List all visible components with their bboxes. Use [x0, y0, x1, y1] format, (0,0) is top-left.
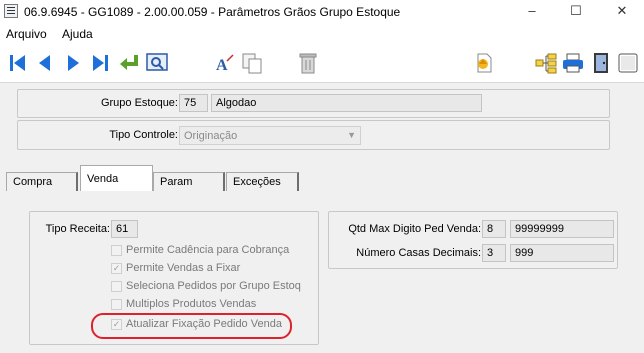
qtd-max-label: Qtd Max Digito Ped Venda:: [348, 223, 481, 235]
menu-ajuda[interactable]: Ajuda: [62, 27, 93, 41]
venda-right-panel: Qtd Max Digito Ped Venda: 8 99999999 Núm…: [328, 211, 618, 269]
maximize-button[interactable]: ☐: [561, 0, 591, 24]
trash-icon[interactable]: [296, 51, 320, 75]
first-record-icon[interactable]: [6, 51, 30, 75]
tab-param[interactable]: Param: [153, 172, 225, 191]
checkbox-label: Multiplos Produtos Vendas: [126, 298, 257, 310]
last-record-icon[interactable]: [88, 51, 112, 75]
qtd-max-field[interactable]: 8: [482, 220, 506, 238]
tab-excecoes[interactable]: Exceções: [226, 172, 299, 191]
window-title: 06.9.6945 - GG1089 - 2.00.00.059 - Parâm…: [24, 5, 401, 19]
print-icon[interactable]: [561, 51, 585, 75]
checkbox-label: Seleciona Pedidos por Grupo Estoq: [126, 280, 301, 292]
casas-decimais-mask-field: 999: [510, 244, 614, 262]
hierarchy-icon[interactable]: [534, 51, 558, 75]
checkbox-box: [111, 299, 122, 310]
checkbox-label: Permite Cadência para Cobrança: [126, 244, 290, 256]
chevron-down-icon: ▼: [347, 130, 356, 140]
text-format-icon[interactable]: A: [213, 51, 237, 75]
qtd-max-mask-field: 99999999: [510, 220, 614, 238]
tipo-controle-label: Tipo Controle:: [109, 129, 178, 141]
menu-arquivo[interactable]: Arquivo: [6, 27, 47, 41]
toolbar: A: [0, 43, 644, 83]
svg-text:A: A: [216, 57, 228, 74]
check-icon: ✓: [111, 263, 122, 274]
casas-decimais-field[interactable]: 3: [482, 244, 506, 262]
export-icon[interactable]: [472, 51, 496, 75]
return-icon[interactable]: [117, 51, 141, 75]
tipo-controle-value: Originação: [184, 130, 238, 142]
highlight-annotation: [91, 313, 292, 339]
tipo-controle-group: Tipo Controle: Originação ▼: [17, 120, 610, 150]
casas-decimais-label: Número Casas Decimais:: [356, 247, 481, 259]
previous-record-icon[interactable]: [33, 51, 57, 75]
grupo-estoque-name-field: Algodao: [211, 94, 482, 112]
grupo-estoque-group: Grupo Estoque: 75 Algodao: [17, 89, 610, 118]
copy-icon[interactable]: [240, 51, 264, 75]
tipo-receita-field[interactable]: 61: [111, 220, 138, 238]
checkbox-label: Permite Vendas a Fixar: [126, 262, 241, 274]
tipo-receita-label: Tipo Receita:: [45, 223, 110, 235]
grupo-estoque-label: Grupo Estoque:: [100, 97, 178, 109]
checkbox-box: [111, 281, 122, 292]
next-record-icon[interactable]: [61, 51, 85, 75]
grupo-estoque-code-field[interactable]: 75: [179, 94, 208, 112]
help-icon[interactable]: [616, 51, 640, 75]
menu-bar: Arquivo Ajuda: [0, 24, 644, 43]
app-icon: [4, 4, 18, 18]
close-button[interactable]: ✕: [607, 0, 637, 24]
tab-venda[interactable]: Venda: [80, 165, 153, 191]
exit-door-icon[interactable]: [589, 51, 613, 75]
title-bar: 06.9.6945 - GG1089 - 2.00.00.059 - Parâm…: [0, 0, 644, 24]
tipo-controle-select[interactable]: Originação ▼: [179, 126, 361, 145]
minimize-button[interactable]: –: [517, 0, 547, 24]
tab-compra[interactable]: Compra: [6, 172, 78, 191]
search-icon[interactable]: [145, 51, 169, 75]
checkbox-box: [111, 245, 122, 256]
